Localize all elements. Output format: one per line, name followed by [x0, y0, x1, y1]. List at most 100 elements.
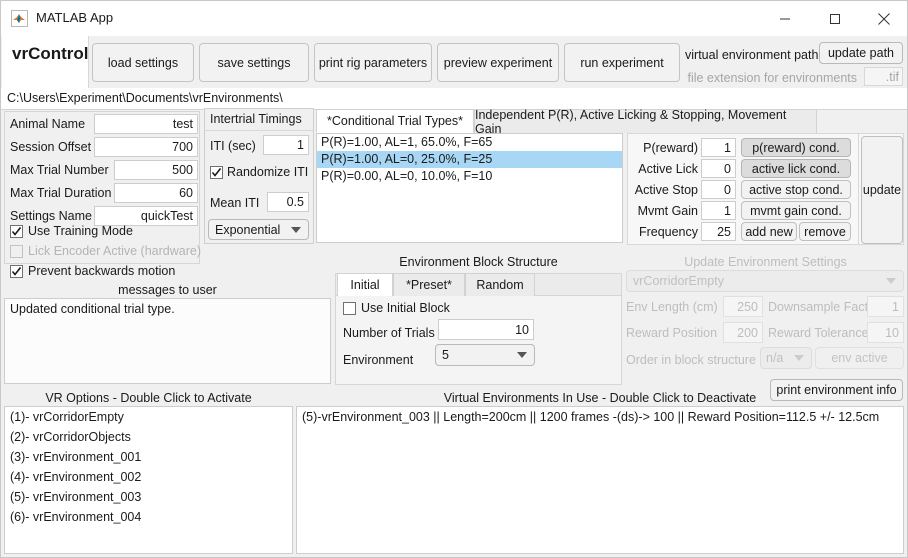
- list-item[interactable]: P(R)=1.00, AL=1, 65.0%, F=65: [317, 134, 622, 151]
- max-trial-number-label: Max Trial Number: [10, 163, 109, 177]
- environment-dropdown[interactable]: 5: [435, 344, 535, 366]
- block-structure-title: Environment Block Structure: [399, 255, 558, 269]
- env-length-input: 250: [723, 296, 763, 317]
- vr-in-use-header: Virtual Environments In Use - Double Cli…: [443, 391, 757, 405]
- randomize-iti-checkbox[interactable]: [210, 166, 223, 179]
- list-item[interactable]: P(R)=0.00, AL=0, 10.0%, F=10: [317, 168, 622, 185]
- list-item[interactable]: (3)- vrEnvironment_001: [5, 447, 292, 467]
- app-tab-label: vrControl: [12, 44, 89, 63]
- animal-name-input[interactable]: test: [94, 114, 198, 134]
- frequency-label: Frequency: [638, 225, 698, 239]
- virtual-environment-path-label: virtual environment path: [685, 48, 819, 62]
- mvmt-gain-label: Mvmt Gain: [637, 204, 698, 218]
- vr-in-use-listbox[interactable]: (5)-vrEnvironment_003 || Length=200cm ||…: [296, 406, 904, 554]
- active-stop-cond-button[interactable]: active stop cond.: [741, 180, 851, 199]
- active-stop-input[interactable]: 0: [701, 180, 736, 199]
- max-trial-duration-input[interactable]: 60: [114, 183, 198, 203]
- vr-options-listbox[interactable]: (1)- vrCorridorEmpty (2)- vrCorridorObje…: [4, 406, 293, 554]
- reward-position-input: 200: [723, 322, 763, 343]
- mean-iti-label: Mean ITI: [210, 196, 260, 210]
- order-in-block-structure-label: Order in block structure: [626, 353, 756, 367]
- close-icon[interactable]: [861, 1, 907, 36]
- prevent-backwards-motion-checkbox[interactable]: [10, 265, 23, 278]
- save-settings-button[interactable]: save settings: [199, 43, 309, 82]
- run-experiment-button[interactable]: run experiment: [564, 43, 680, 82]
- window-controls: [762, 1, 907, 36]
- chevron-down-icon: [886, 278, 896, 284]
- conditional-trial-types-listbox[interactable]: P(R)=1.00, AL=1, 65.0%, F=65 P(R)=1.00, …: [316, 133, 623, 243]
- mean-iti-input[interactable]: 0.5: [267, 192, 309, 212]
- vr-options-header: VR Options - Double Click to Activate: [45, 391, 252, 405]
- maximize-icon[interactable]: [812, 1, 858, 36]
- list-item[interactable]: (5)-vrEnvironment_003 || Length=200cm ||…: [297, 407, 903, 427]
- environment-select-value: vrCorridorEmpty: [633, 274, 724, 288]
- prevent-backwards-motion-label: Prevent backwards motion: [28, 264, 176, 278]
- list-item[interactable]: (6)- vrEnvironment_004: [5, 507, 292, 527]
- iti-seconds-label: ITI (sec): [210, 139, 256, 153]
- update-panel: update: [858, 133, 904, 245]
- environment-select-dropdown: vrCorridorEmpty: [626, 270, 904, 292]
- list-item[interactable]: (5)- vrEnvironment_003: [5, 487, 292, 507]
- title-bar: MATLAB App: [1, 1, 907, 37]
- mvmt-gain-cond-button[interactable]: mvmt gain cond.: [741, 201, 851, 220]
- number-of-trials-input[interactable]: 10: [438, 319, 534, 340]
- order-value: n/a: [766, 351, 784, 365]
- use-training-mode-label: Use Training Mode: [28, 224, 133, 238]
- mvmt-gain-input[interactable]: 1: [701, 201, 736, 220]
- list-item[interactable]: (4)- vrEnvironment_002: [5, 467, 292, 487]
- toolbar: vrControl load settings save settings pr…: [1, 36, 907, 89]
- window-title: MATLAB App: [36, 10, 114, 25]
- settings-name-input[interactable]: quickTest: [94, 206, 198, 226]
- use-initial-block-checkbox[interactable]: [343, 302, 356, 315]
- tab-independent-pr[interactable]: Independent P(R), Active Licking & Stopp…: [474, 108, 817, 136]
- active-lick-cond-button[interactable]: active lick cond.: [741, 159, 851, 178]
- env-active-button: env active: [815, 347, 904, 369]
- update-button[interactable]: update: [861, 136, 903, 244]
- messages-header: messages to user: [118, 283, 217, 297]
- p-reward-input[interactable]: 1: [701, 138, 736, 157]
- active-lick-input[interactable]: 0: [701, 159, 736, 178]
- preview-experiment-button[interactable]: preview experiment: [437, 43, 559, 82]
- update-path-button[interactable]: update path: [819, 42, 903, 64]
- print-rig-parameters-button[interactable]: print rig parameters: [314, 43, 432, 82]
- path-text: C:\Users\Experiment\Documents\vrEnvironm…: [7, 91, 283, 105]
- number-of-trials-label: Number of Trials: [343, 326, 435, 340]
- lick-encoder-active-label: Lick Encoder Active (hardware): [28, 244, 201, 258]
- reward-tolerance-label: Reward Tolerance: [768, 326, 869, 340]
- session-offset-input[interactable]: 700: [94, 137, 198, 157]
- load-settings-button[interactable]: load settings: [92, 43, 194, 82]
- file-extension-input[interactable]: .tif: [864, 67, 903, 86]
- remove-button[interactable]: remove: [799, 222, 851, 241]
- animal-name-label: Animal Name: [10, 117, 86, 131]
- p-reward-cond-button[interactable]: p(reward) cond.: [741, 138, 851, 157]
- matlab-app-window: MATLAB App vrControl load settings save …: [0, 0, 908, 558]
- tab-conditional-trial-types[interactable]: *Conditional Trial Types*: [316, 109, 474, 133]
- minimize-icon[interactable]: [762, 1, 808, 36]
- tab-random[interactable]: Random: [465, 273, 535, 296]
- tab-preset[interactable]: *Preset*: [393, 273, 465, 296]
- add-new-button[interactable]: add new: [741, 222, 797, 241]
- randomize-iti-label: Randomize ITI: [227, 165, 309, 179]
- environment-label: Environment: [343, 353, 414, 367]
- frequency-input[interactable]: 25: [701, 222, 736, 241]
- list-item[interactable]: (1)- vrCorridorEmpty: [5, 407, 292, 427]
- env-length-label: Env Length (cm): [626, 300, 718, 314]
- session-offset-label: Session Offset: [10, 140, 92, 154]
- messages-textarea[interactable]: Updated conditional trial type.: [4, 298, 331, 384]
- max-trial-duration-label: Max Trial Duration: [10, 186, 112, 200]
- iti-distribution-dropdown[interactable]: Exponential: [208, 219, 309, 240]
- list-item[interactable]: P(R)=1.00, AL=0, 25.0%, F=25: [317, 151, 622, 168]
- environment-value: 5: [442, 348, 449, 362]
- settings-name-label: Settings Name: [10, 209, 92, 223]
- active-lick-label: Active Lick: [638, 162, 698, 176]
- chevron-down-icon: [794, 355, 804, 361]
- max-trial-number-input[interactable]: 500: [114, 160, 198, 180]
- chevron-down-icon: [291, 226, 301, 233]
- iti-seconds-input[interactable]: 1: [263, 135, 309, 155]
- app-tab-vrcontrol[interactable]: vrControl: [2, 36, 89, 88]
- tab-initial[interactable]: Initial: [337, 273, 393, 296]
- list-item[interactable]: (2)- vrCorridorObjects: [5, 427, 292, 447]
- p-reward-label: P(reward): [643, 141, 698, 155]
- use-training-mode-checkbox[interactable]: [10, 225, 23, 238]
- reward-position-label: Reward Position: [626, 326, 718, 340]
